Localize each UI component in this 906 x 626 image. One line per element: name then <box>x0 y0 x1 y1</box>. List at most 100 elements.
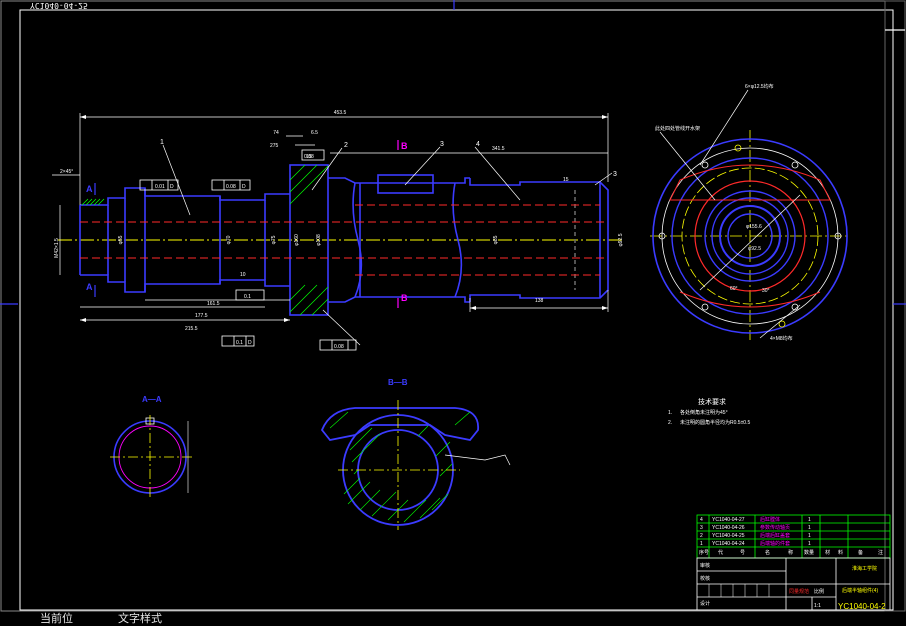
dim-key-width: 10 <box>240 272 246 278</box>
scale-label: 比例 <box>814 588 824 595</box>
dim-dia-left: φ70 <box>226 235 232 244</box>
bom-row4-code: YC1040-04-24 <box>712 541 745 547</box>
bom-header-3: 名 <box>765 549 770 556</box>
shaft-middle-body <box>328 174 470 303</box>
scale-value: 1:1 <box>814 603 821 609</box>
balloon-3: 3 <box>440 141 444 148</box>
bom-header-0: 序号 <box>699 549 709 556</box>
bom-header-2: 号 <box>740 550 745 556</box>
tech-req-no-1: 1. <box>668 410 672 416</box>
dim-74: 74 <box>273 130 279 136</box>
tol-value-2: 0.08 <box>226 184 236 190</box>
bom-row1-name: 后缸膛体 <box>760 516 780 523</box>
dim-right-len: 138 <box>535 298 544 304</box>
bore-label: φ92.5 <box>748 246 761 252</box>
dim-end-thread: M42×1.5 <box>54 238 60 258</box>
dim-right-part-len: 341.5 <box>492 146 505 152</box>
bom-row1-no: 4 <box>700 517 703 523</box>
checker-label: 校核 <box>700 575 710 582</box>
dim-dia-main: φ55 <box>118 235 124 244</box>
side-flag-note: 此处四处管线开水架 <box>655 125 700 132</box>
pcd-note: 6×φ12.5均布 <box>745 83 774 90</box>
balloon-3b: 3 <box>613 171 617 178</box>
dim-overall-length: 453.5 <box>334 110 347 116</box>
bom-row2-code: YC1040-04-26 <box>712 525 745 531</box>
left-thread-hatch <box>81 198 105 206</box>
tech-req-text-1: 各处倒角未注明为45° <box>680 409 728 416</box>
dim-dia-right: φ85 <box>493 235 499 244</box>
bom-header-6: 材 <box>825 549 830 556</box>
school-name: 淮海工学院 <box>852 565 877 572</box>
tech-req-no-2: 2. <box>668 420 672 426</box>
balloon-numbers: 1 2 3 4 3 <box>160 139 617 178</box>
bom-header-4: 称 <box>788 549 793 556</box>
text-style-label[interactable]: 文字样式 <box>118 612 162 626</box>
command-status-text: 当前位 <box>40 612 73 625</box>
bom-header-7: 料 <box>838 549 843 556</box>
angle-1: 60° <box>730 286 738 292</box>
part-name: 后端半轴组件(4) <box>842 587 878 594</box>
bom-header-8: 备 <box>858 549 863 556</box>
bom-header-9: 注 <box>878 549 883 556</box>
bom-row4-qty: 1 <box>808 541 811 547</box>
bom-row3-no: 2 <box>700 533 703 539</box>
tech-req-text-2: 未注明的圆角半径均为R0.5±0.5 <box>680 419 750 426</box>
angle-2: 30° <box>762 288 770 294</box>
bom-table-text: 4 YC1040-04-27 后缸膛体 1 3 YC1040-04-26 参数传… <box>699 516 883 556</box>
dim-phi-d: φ92.5 <box>618 233 624 246</box>
approval-box: 同量规范 <box>789 588 809 595</box>
tol-value-1: 0.01 <box>155 184 165 190</box>
dim-6-5: 6.5 <box>311 130 318 136</box>
cad-drawing-canvas: 453.5 74 6.5 275 15 341.5 2×45° 15 10 21… <box>0 0 906 612</box>
dim-fillet: 15 <box>563 177 569 183</box>
bom-row4-no: 1 <box>700 541 703 547</box>
bom-row3-name: 后端后缸盖套 <box>760 532 790 539</box>
side-view <box>650 130 850 340</box>
bom-row3-qty: 1 <box>808 533 811 539</box>
approver-label: 审核 <box>700 562 710 569</box>
datum-d-2: D <box>242 184 246 190</box>
bom-row3-code: YC1040-04-25 <box>712 533 745 539</box>
tol-value-3: 0.1 <box>236 340 243 346</box>
section-bb-title: B—B <box>388 378 408 387</box>
dim-275: 275 <box>270 143 279 149</box>
datum-d-3: D <box>248 340 252 346</box>
balloon-4: 4 <box>476 141 480 148</box>
section-A-bottom: A <box>86 282 93 292</box>
bom-row4-name: 后端轴的件套 <box>760 540 790 547</box>
bom-row1-code: YC1040-04-27 <box>712 517 745 523</box>
bom-row2-no: 3 <box>700 525 703 531</box>
section-aa-title: A—A <box>142 395 162 404</box>
tech-req-title: 技术要求 <box>698 397 726 406</box>
bom-header-1: 代 <box>718 549 723 556</box>
command-line-bar[interactable]: 当前位 文字样式 <box>0 612 906 626</box>
dim-phi-c: φ108 <box>316 234 322 246</box>
inner-dia-label: φ155.6 <box>746 224 762 230</box>
mirrored-drawing-tag: YC1040-04-25 <box>30 1 88 10</box>
bom-row2-qty: 1 <box>808 525 811 531</box>
designer-label: 设计 <box>700 600 710 607</box>
drawing-number: YC1040-04-2 <box>838 602 886 611</box>
dim-d3: 177.5 <box>195 313 208 319</box>
dim-left-seg-len: 215.5 <box>185 326 198 332</box>
section-bb <box>320 400 511 530</box>
bolt-note: 4×M8均布 <box>770 335 793 342</box>
tech-requirements: 技术要求 1. 各处倒角未注明为45° 2. 未注明的圆角半径均为R0.5±0.… <box>668 397 750 426</box>
section-A-top: A <box>86 184 93 194</box>
datum-d-1: D <box>170 184 174 190</box>
title-block-text: 淮海工学院 后端半轴组件(4) 比例 1:1 同量规范 设计 校核 审核 YC1… <box>700 562 886 611</box>
dim-d2: 161.5 <box>207 301 220 307</box>
dim-phi-b: φ160 <box>294 234 300 246</box>
tol-value-6: 0.08 <box>304 154 314 160</box>
bom-row1-qty: 1 <box>808 517 811 523</box>
section-aa <box>110 415 192 498</box>
dim-phi-a: φ75 <box>271 235 277 244</box>
dim-thread: 2×45° <box>60 169 73 175</box>
bom-row2-name: 参数传动轴页 <box>760 524 790 531</box>
section-B-top: B <box>401 141 408 151</box>
section-B-bottom: B <box>401 293 408 303</box>
tol-value-5: 0.1 <box>244 294 251 300</box>
dimension-lines <box>52 113 609 321</box>
balloon-2: 2 <box>344 142 348 149</box>
bom-header-5: 数量 <box>804 549 814 556</box>
